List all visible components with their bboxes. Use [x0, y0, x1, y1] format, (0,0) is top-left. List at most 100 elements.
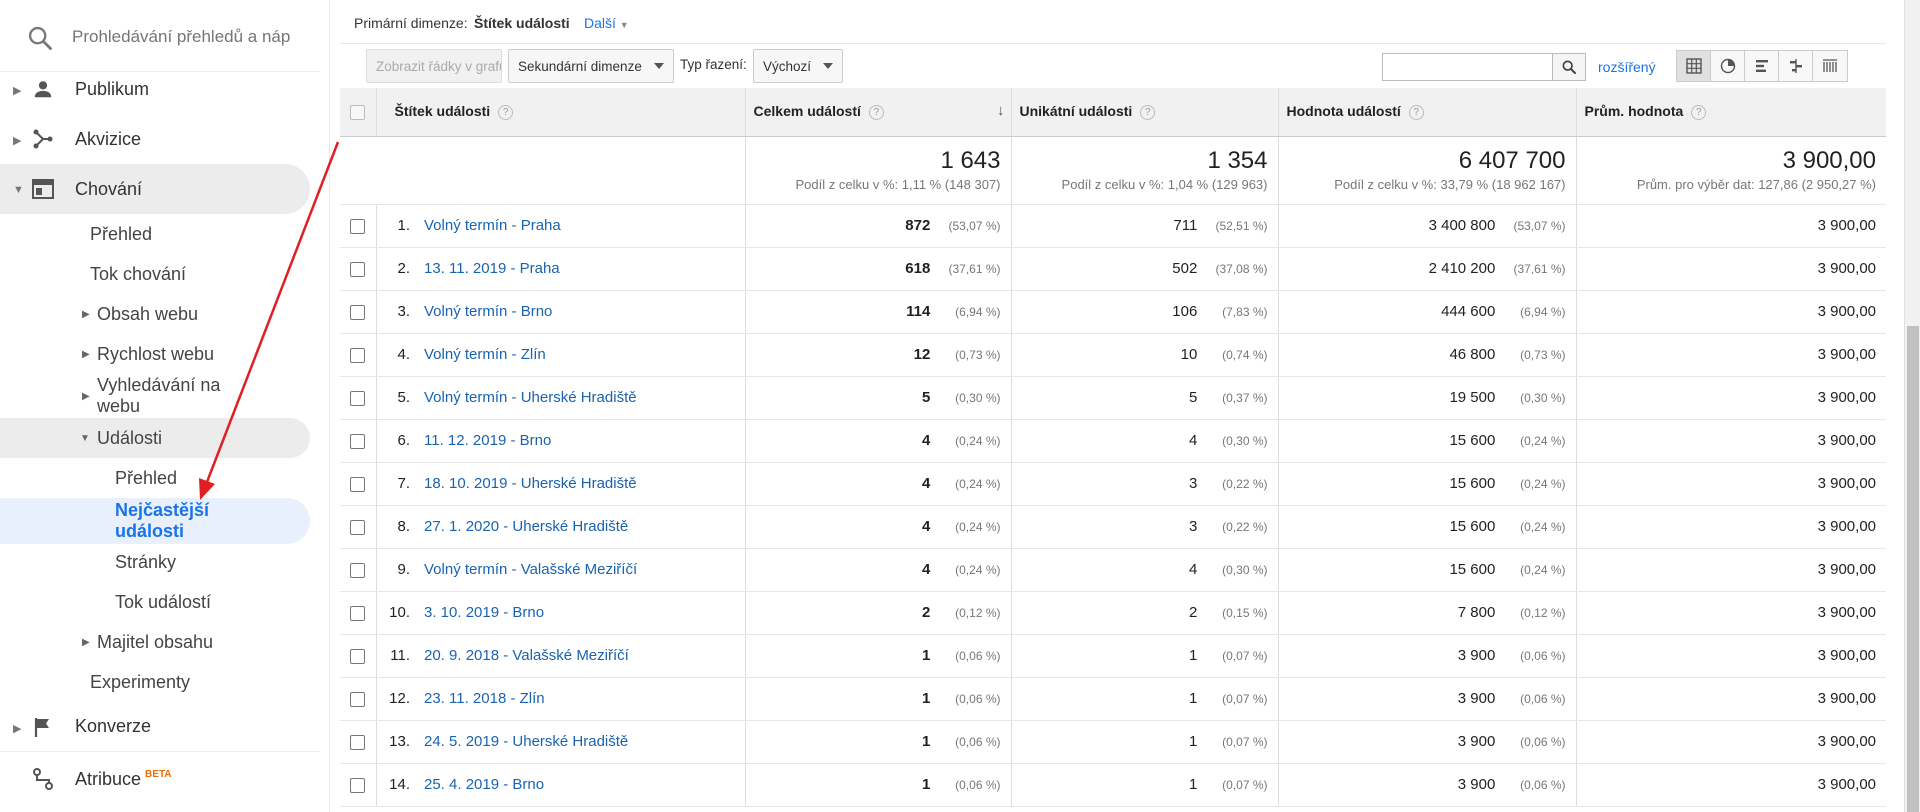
sidebar-item-experiments[interactable]: Experimenty	[0, 664, 320, 700]
sidebar-search-input[interactable]	[72, 22, 292, 52]
total-events-pct: (0,73 %)	[955, 348, 1001, 362]
sidebar-item-events-flow[interactable]: Tok událostí	[0, 584, 320, 620]
pie-view-button[interactable]	[1711, 51, 1745, 81]
table-search-button[interactable]	[1552, 53, 1586, 81]
row-unique-events: 1 (0,07 %)	[1011, 677, 1279, 721]
behavior-icon	[30, 176, 56, 202]
row-unique-events: 1 (0,07 %)	[1011, 634, 1279, 678]
sidebar-item-events-overview[interactable]: Přehled	[0, 460, 320, 496]
primary-dimension-value[interactable]: Štítek události	[474, 15, 570, 31]
row-total-events: 5 (0,30 %)	[745, 376, 1012, 420]
event-label-link[interactable]: 25. 4. 2019 - Brno	[424, 776, 544, 793]
header-event-label[interactable]: Štítek události?	[376, 88, 746, 137]
sidebar-item-behavior-overview[interactable]: Přehled	[0, 216, 320, 252]
header-unique-events[interactable]: Unikátní události?	[1011, 88, 1279, 137]
advanced-filter-link[interactable]: rozšířený	[1598, 59, 1656, 75]
header-event-value-text: Hodnota událostí	[1286, 103, 1401, 120]
sidebar-item-site-search[interactable]: ▶ Vyhledávání na webu	[0, 374, 320, 418]
sidebar-item-site-speed[interactable]: ▶ Rychlost webu	[0, 336, 320, 372]
total-events-value: 1	[921, 647, 931, 664]
sidebar-item-behavior[interactable]: ▼ Chování	[0, 164, 310, 214]
event-label-link[interactable]: 24. 5. 2019 - Uherské Hradiště	[424, 733, 628, 750]
event-label-link[interactable]: Volný termín - Brno	[424, 303, 552, 320]
row-checkbox[interactable]	[350, 390, 366, 406]
table-row: 12. 23. 11. 2018 - Zlín 1 (0,06 %) 1 (0,07 …	[340, 677, 1886, 721]
select-all-checkbox[interactable]	[350, 105, 366, 121]
sidebar-item-site-content[interactable]: ▶ Obsah webu	[0, 296, 320, 332]
row-checkbox[interactable]	[350, 218, 366, 234]
sidebar-item-audience[interactable]: ▶ Publikum	[0, 64, 320, 114]
row-index: 9.	[376, 548, 418, 592]
more-dimensions-link[interactable]: Další ▼	[584, 15, 629, 31]
row-event-value: 3 900 (0,06 %)	[1278, 634, 1577, 678]
row-index: 5.	[376, 376, 418, 420]
row-event-value: 3 900 (0,06 %)	[1278, 677, 1577, 721]
header-event-value[interactable]: Hodnota událostí?	[1278, 88, 1577, 137]
unique-events-pct: (0,07 %)	[1222, 692, 1268, 706]
row-checkbox[interactable]	[350, 777, 366, 793]
event-label-link[interactable]: 27. 1. 2020 - Uherské Hradiště	[424, 518, 628, 535]
header-avg-value[interactable]: Prům. hodnota?	[1576, 88, 1886, 137]
row-unique-events: 2 (0,15 %)	[1011, 591, 1279, 635]
help-icon[interactable]: ?	[1408, 105, 1424, 121]
table-row: 8. 27. 1. 2020 - Uherské Hradiště 4 (0,24 …	[340, 505, 1886, 549]
row-checkbox[interactable]	[350, 691, 366, 707]
help-icon[interactable]: ?	[498, 105, 514, 121]
secondary-dimension-dropdown[interactable]: Sekundární dimenze	[508, 49, 674, 83]
events-table: Štítek události? Celkem událostí? ↓ Uniká…	[340, 88, 1886, 807]
help-icon[interactable]: ?	[1140, 105, 1156, 121]
row-checkbox[interactable]	[350, 433, 366, 449]
sidebar-item-top-events[interactable]: Nejčastější události	[0, 498, 310, 544]
event-label-link[interactable]: Volný termín - Praha	[424, 217, 561, 234]
row-event-value: 7 800 (0,12 %)	[1278, 591, 1577, 635]
header-total-events[interactable]: Celkem událostí? ↓	[745, 88, 1012, 137]
row-checkbox[interactable]	[350, 304, 366, 320]
comparison-view-button[interactable]	[1779, 51, 1813, 81]
sidebar-item-label: Akvizice	[75, 128, 142, 149]
performance-view-button[interactable]	[1745, 51, 1779, 81]
sidebar-item-events[interactable]: ▼ Události	[0, 418, 310, 458]
event-label-link[interactable]: 11. 12. 2019 - Brno	[424, 432, 551, 449]
row-checkbox[interactable]	[350, 605, 366, 621]
sidebar-item-attribution[interactable]: Atribuce BETA	[0, 754, 320, 804]
row-checkbox[interactable]	[350, 347, 366, 363]
total-events-value: 1	[921, 733, 931, 750]
event-label-link[interactable]: Volný termín - Uherské Hradiště	[424, 389, 637, 406]
row-checkbox[interactable]	[350, 519, 366, 535]
help-icon[interactable]: ?	[868, 105, 884, 121]
row-unique-events: 3 (0,22 %)	[1011, 505, 1279, 549]
help-icon[interactable]: ?	[1691, 105, 1707, 121]
pivot-view-button[interactable]	[1813, 51, 1847, 81]
page-scrollbar[interactable]	[1904, 0, 1920, 812]
beta-badge: BETA	[145, 768, 172, 780]
sidebar-item-conversions[interactable]: ▶ Konverze	[0, 702, 320, 752]
chevron-right-icon: ▶	[82, 390, 90, 402]
row-checkbox[interactable]	[350, 734, 366, 750]
table-search-input[interactable]	[1382, 53, 1554, 81]
event-label-link[interactable]: 3. 10. 2019 - Brno	[424, 604, 544, 621]
row-checkbox[interactable]	[350, 476, 366, 492]
sidebar-item-label: Publikum	[75, 78, 150, 99]
event-label-link[interactable]: 20. 9. 2018 - Valašské Meziříčí	[424, 647, 629, 664]
select-all-cell	[340, 88, 377, 137]
row-checkbox[interactable]	[350, 648, 366, 664]
sidebar-item-behavior-flow[interactable]: Tok chování	[0, 256, 320, 292]
sidebar-item-pages[interactable]: Stránky	[0, 544, 320, 580]
sidebar-item-publisher[interactable]: ▶ Majitel obsahu	[0, 624, 320, 660]
plot-rows-button[interactable]: Zobrazit řádky v grafu	[366, 49, 502, 83]
row-label-cell: 24. 5. 2019 - Uherské Hradiště	[418, 720, 746, 764]
event-label-link[interactable]: Volný termín - Valašské Meziříčí	[424, 561, 637, 578]
row-checkbox[interactable]	[350, 261, 366, 277]
table-view-button[interactable]	[1677, 51, 1711, 81]
event-value-value: 19 500	[1449, 389, 1496, 406]
unique-events-pct: (37,08 %)	[1215, 262, 1268, 276]
event-label-link[interactable]: 13. 11. 2019 - Praha	[424, 260, 560, 277]
sidebar-item-label: Přehled	[115, 467, 178, 488]
scrollbar-thumb[interactable]	[1907, 326, 1919, 812]
event-label-link[interactable]: 18. 10. 2019 - Uherské Hradiště	[424, 475, 637, 492]
event-label-link[interactable]: Volný termín - Zlín	[424, 346, 546, 363]
row-checkbox[interactable]	[350, 562, 366, 578]
event-label-link[interactable]: 23. 11. 2018 - Zlín	[424, 690, 545, 707]
sort-type-dropdown[interactable]: Výchozí	[753, 49, 844, 83]
sidebar-item-acquisition[interactable]: ▶ Akvizice	[0, 114, 320, 164]
